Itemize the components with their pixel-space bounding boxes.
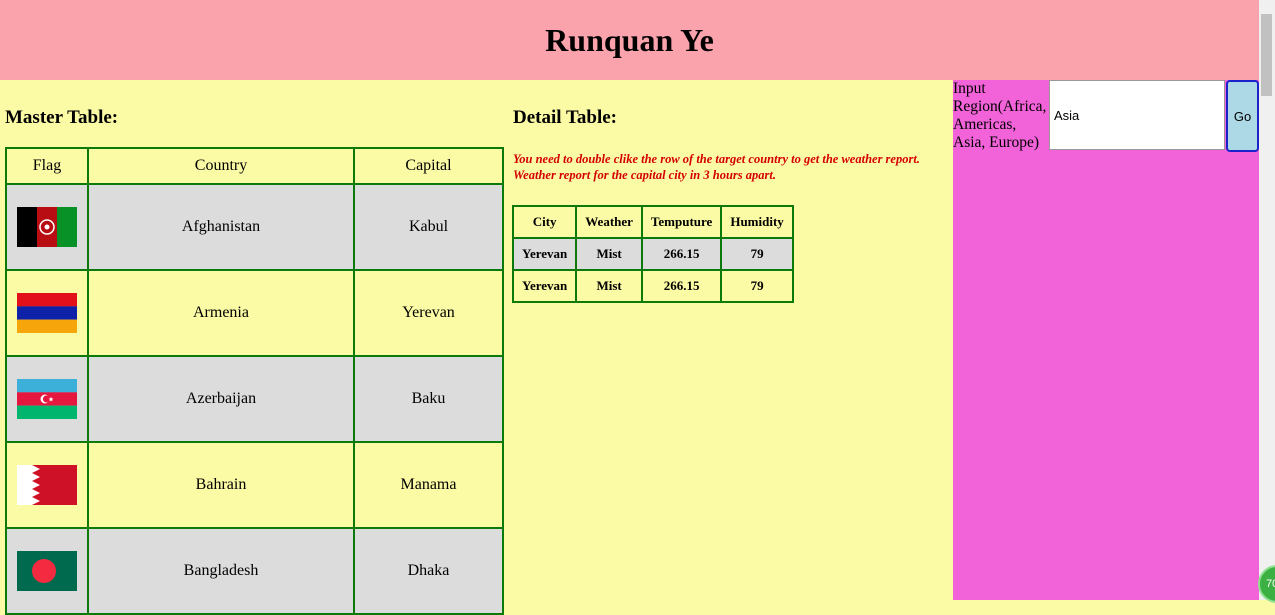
flag-cell (5, 527, 89, 615)
table-row[interactable]: Armenia Yerevan (5, 269, 504, 357)
flag-cell (5, 355, 89, 443)
scrollbar-thumb[interactable] (1261, 14, 1272, 96)
region-input-label: Input Region(Africa, Americas, Asia, Eur… (953, 80, 1047, 151)
table-row[interactable]: Bangladesh Dhaka (5, 527, 504, 615)
country-cell: Armenia (87, 269, 355, 357)
table-row[interactable]: Bahrain Manama (5, 441, 504, 529)
temperature-cell: 266.15 (640, 237, 723, 271)
humidity-cell: 79 (720, 237, 794, 271)
note-line: Weather report for the capital city in 3… (513, 168, 776, 182)
country-cell: Afghanistan (87, 183, 355, 271)
column-header-flag: Flag (5, 147, 89, 185)
region-sidebar: Input Region(Africa, Americas, Asia, Eur… (953, 80, 1259, 600)
detail-header-row: City Weather Temputure Humidity (511, 205, 794, 239)
table-row: Yerevan Mist 266.15 79 (511, 237, 794, 271)
temperature-cell: 266.15 (640, 269, 723, 303)
go-button[interactable]: Go (1226, 80, 1259, 152)
region-input[interactable] (1049, 80, 1225, 150)
azerbaijan-flag-icon (17, 379, 77, 419)
column-header-temperature: Temputure (640, 205, 723, 239)
capital-cell: Yerevan (353, 269, 504, 357)
city-cell: Yerevan (511, 269, 578, 303)
page-title: Runquan Ye (545, 21, 714, 58)
weather-cell: Mist (575, 237, 643, 271)
detail-table-title: Detail Table: (513, 107, 617, 128)
column-header-city: City (511, 205, 578, 239)
country-cell: Bahrain (87, 441, 355, 529)
country-cell: Bangladesh (87, 527, 355, 615)
flag-cell (5, 441, 89, 529)
column-header-capital: Capital (353, 147, 504, 185)
column-header-country: Country (87, 147, 355, 185)
table-row: Yerevan Mist 266.15 79 (511, 269, 794, 303)
bahrain-flag-icon (17, 465, 77, 505)
column-header-humidity: Humidity (720, 205, 794, 239)
afghanistan-flag-icon (17, 207, 77, 247)
flag-cell (5, 183, 89, 271)
capital-cell: Manama (353, 441, 504, 529)
capital-cell: Dhaka (353, 527, 504, 615)
master-table: Flag Country Capital Afghanistan Kabul A… (5, 147, 504, 615)
detail-table: City Weather Temputure Humidity Yerevan … (511, 205, 794, 303)
note-line: You need to double clike the row of the … (513, 152, 920, 166)
master-header-row: Flag Country Capital (5, 147, 504, 185)
detail-instruction-note: You need to double clike the row of the … (513, 151, 951, 183)
master-table-title: Master Table: (5, 107, 119, 128)
page-header: Runquan Ye (0, 0, 1259, 80)
capital-cell: Kabul (353, 183, 504, 271)
column-header-weather: Weather (575, 205, 643, 239)
table-row[interactable]: Afghanistan Kabul (5, 183, 504, 271)
vertical-scrollbar[interactable] (1259, 0, 1275, 600)
country-cell: Azerbaijan (87, 355, 355, 443)
city-cell: Yerevan (511, 237, 578, 271)
armenia-flag-icon (17, 293, 77, 333)
flag-cell (5, 269, 89, 357)
weather-cell: Mist (575, 269, 643, 303)
capital-cell: Baku (353, 355, 504, 443)
main-content: Master Table: Detail Table: Flag Country… (0, 80, 953, 615)
bangladesh-flag-icon (17, 551, 77, 591)
table-row[interactable]: Azerbaijan Baku (5, 355, 504, 443)
humidity-cell: 79 (720, 269, 794, 303)
